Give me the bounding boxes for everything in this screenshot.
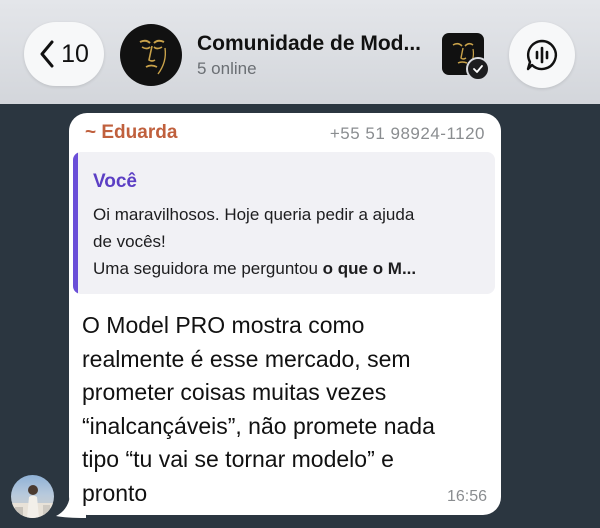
reply-text-line: de vocês!: [93, 232, 166, 251]
sender-avatar[interactable]: [11, 475, 54, 518]
group-avatar[interactable]: [120, 24, 182, 86]
group-icon[interactable]: [442, 33, 490, 81]
back-button[interactable]: 10: [24, 22, 104, 86]
reply-text-line: Uma seguidora me perguntou o que o M...: [93, 259, 485, 279]
chat-header: 10 Comunidade de Mod... 5 online: [0, 0, 600, 104]
message-line: pronto: [82, 479, 148, 506]
chat-title[interactable]: Comunidade de Mod...: [197, 32, 433, 56]
voice-chat-icon: [526, 39, 557, 71]
reply-author: Você: [93, 171, 138, 192]
reply-quote[interactable]: Você Oi maravilhosos. Hoje queria pedir …: [73, 152, 495, 294]
message-line: “inalcançáveis”, não promete nada: [82, 412, 435, 439]
message-line: O Model PRO mostra como: [82, 312, 365, 338]
unread-count: 10: [61, 39, 89, 68]
chevron-left-icon: [40, 40, 54, 68]
reply-text-bold: o que o M...: [322, 259, 417, 278]
reply-accent-bar: [73, 152, 78, 294]
voice-chat-button[interactable]: [509, 22, 575, 88]
sender-phone[interactable]: +55 51 98924-1120: [330, 124, 485, 144]
sender-name[interactable]: ~ Eduarda: [85, 122, 177, 144]
reply-text-normal: Uma seguidora me perguntou: [93, 259, 323, 278]
verified-check-icon: [466, 57, 490, 81]
online-status: 5 online: [197, 59, 257, 78]
message-line: tipo “tu vai se tornar modelo” e: [82, 446, 394, 472]
message-line: prometer coisas muitas vezes: [82, 379, 387, 405]
reply-text-line: Oi maravilhosos. Hoje queria pedir a aju…: [93, 205, 415, 224]
message-line: realmente é esse mercado, sem: [82, 345, 411, 372]
person-photo-icon: [11, 485, 54, 518]
message-bubble[interactable]: ~ Eduarda +55 51 98924-1120 Você Oi mara…: [69, 113, 501, 515]
face-logo-icon: [139, 39, 167, 75]
message-text: O Model PRO mostra como realmente é esse…: [82, 309, 492, 510]
message-time: 16:56: [446, 488, 487, 505]
